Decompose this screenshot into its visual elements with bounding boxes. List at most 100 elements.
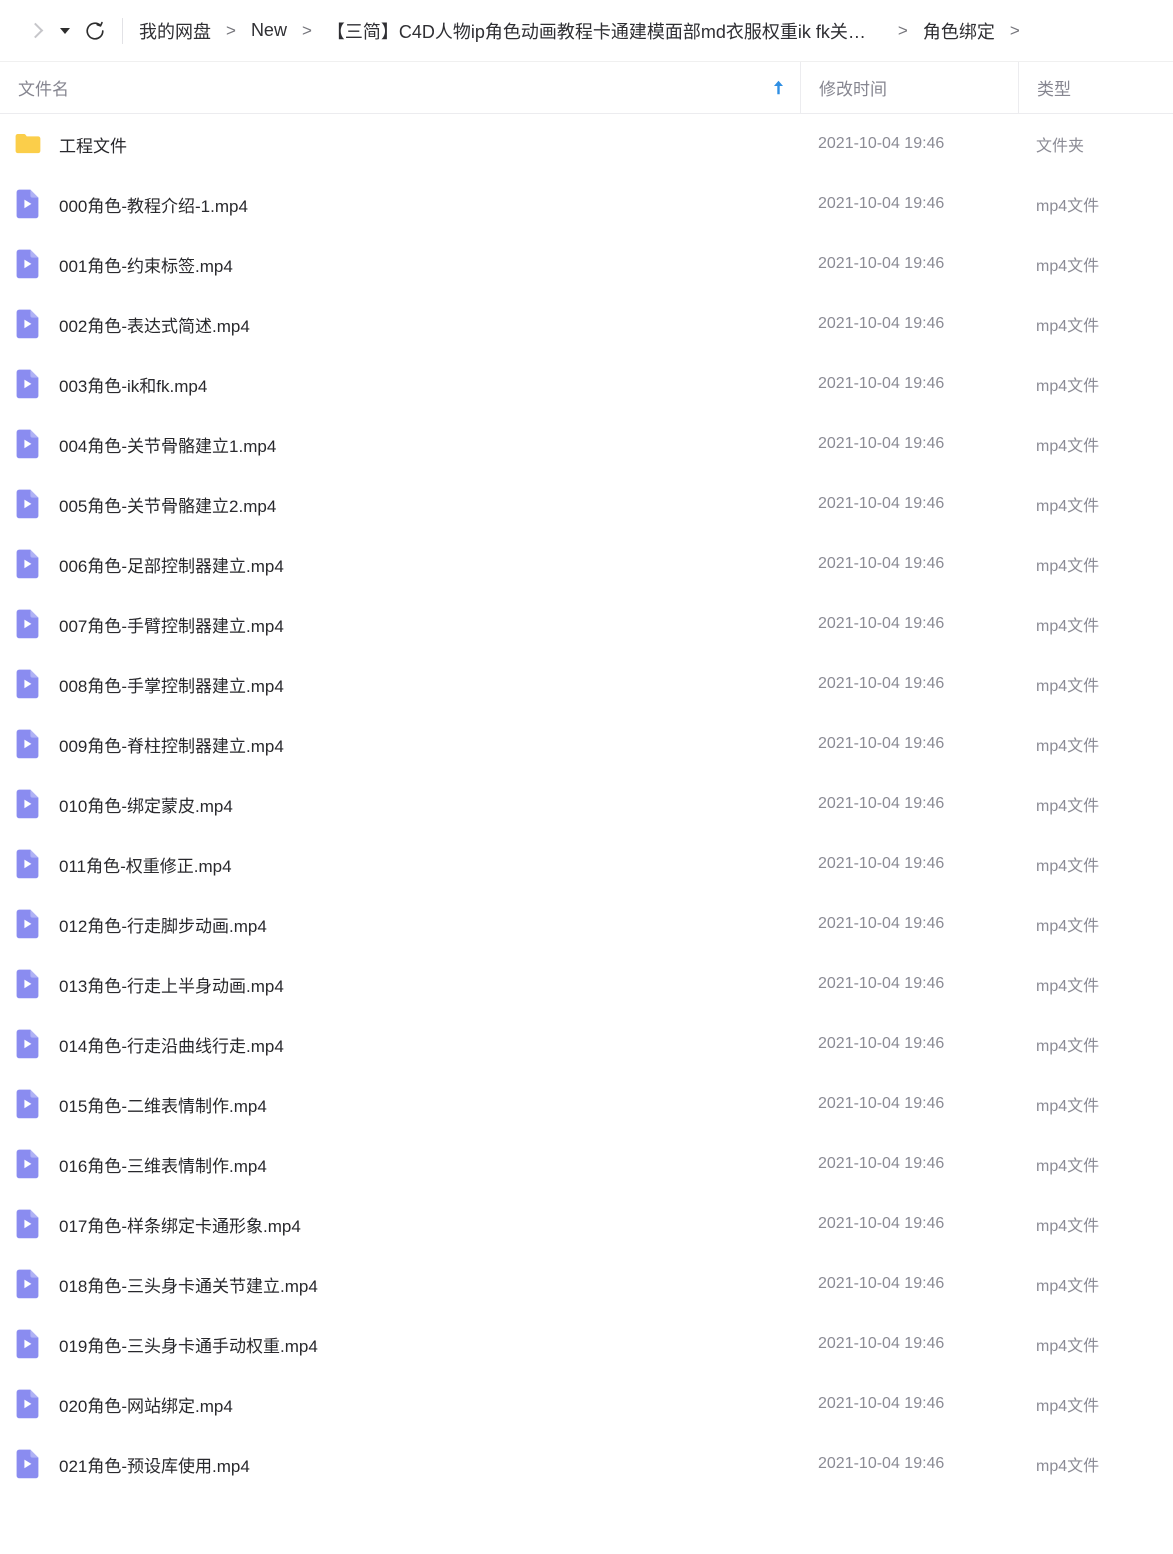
cell-filename[interactable]: 009角色-脊柱控制器建立.mp4 [0, 729, 800, 759]
video-file-icon [14, 1389, 48, 1419]
cell-file-type: mp4文件 [1036, 1038, 1100, 1055]
breadcrumb-item-course[interactable]: 【三简】C4D人物ip角色动画教程卡通建模面部md衣服权重ik fk关节骨骼..… [325, 16, 885, 46]
cell-filename[interactable]: 007角色-手臂控制器建立.mp4 [0, 609, 800, 639]
table-row[interactable]: 004角色-关节骨骼建立1.mp4 2021-10-04 19:46 mp4文件 [0, 414, 1173, 474]
video-file-icon [14, 1269, 48, 1299]
video-file-icon [14, 849, 48, 879]
table-row[interactable]: 012角色-行走脚步动画.mp4 2021-10-04 19:46 mp4文件 [0, 894, 1173, 954]
cell-modified-time: 2021-10-04 19:46 [818, 1215, 945, 1232]
file-name-label: 009角色-脊柱控制器建立.mp4 [59, 736, 284, 756]
table-row[interactable]: 007角色-手臂控制器建立.mp4 2021-10-04 19:46 mp4文件 [0, 594, 1173, 654]
cell-filename[interactable]: 016角色-三维表情制作.mp4 [0, 1149, 800, 1179]
cell-filename[interactable]: 013角色-行走上半身动画.mp4 [0, 969, 800, 999]
cell-modified-time: 2021-10-04 19:46 [818, 1035, 945, 1052]
cell-file-type: mp4文件 [1036, 678, 1100, 695]
table-row[interactable]: 003角色-ik和fk.mp4 2021-10-04 19:46 mp4文件 [0, 354, 1173, 414]
cell-modified-time: 2021-10-04 19:46 [818, 975, 945, 992]
arrow-up-icon[interactable] [772, 80, 784, 96]
cell-filename[interactable]: 017角色-样条绑定卡通形象.mp4 [0, 1209, 800, 1239]
video-file-icon [14, 909, 48, 939]
cell-filename[interactable]: 010角色-绑定蒙皮.mp4 [0, 789, 800, 819]
cell-filename[interactable]: 000角色-教程介绍-1.mp4 [0, 189, 800, 219]
file-name-label: 016角色-三维表情制作.mp4 [59, 1156, 267, 1176]
cell-filename[interactable]: 019角色-三头身卡通手动权重.mp4 [0, 1329, 800, 1359]
file-name-label: 012角色-行走脚步动画.mp4 [59, 916, 267, 936]
file-name-label: 019角色-三头身卡通手动权重.mp4 [59, 1336, 318, 1356]
table-row[interactable]: 011角色-权重修正.mp4 2021-10-04 19:46 mp4文件 [0, 834, 1173, 894]
video-file-icon [14, 669, 48, 699]
cell-filename[interactable]: 003角色-ik和fk.mp4 [0, 369, 800, 399]
column-header-type[interactable]: 类型 [1018, 62, 1173, 113]
breadcrumb-separator: > [897, 20, 908, 40]
table-row[interactable]: 015角色-二维表情制作.mp4 2021-10-04 19:46 mp4文件 [0, 1074, 1173, 1134]
cell-modified-time: 2021-10-04 19:46 [818, 135, 945, 152]
video-file-icon [14, 609, 48, 639]
cell-file-type: mp4文件 [1036, 1158, 1100, 1175]
video-file-icon [14, 309, 48, 339]
cell-filename[interactable]: 002角色-表达式简述.mp4 [0, 309, 800, 339]
column-header-modified[interactable]: 修改时间 [800, 62, 1018, 113]
chevron-right-icon[interactable] [18, 14, 52, 48]
table-row[interactable]: 工程文件 2021-10-04 19:46 文件夹 [0, 114, 1173, 174]
cell-filename[interactable]: 005角色-关节骨骼建立2.mp4 [0, 489, 800, 519]
table-row[interactable]: 008角色-手掌控制器建立.mp4 2021-10-04 19:46 mp4文件 [0, 654, 1173, 714]
table-row[interactable]: 018角色-三头身卡通关节建立.mp4 2021-10-04 19:46 mp4文件 [0, 1254, 1173, 1314]
table-row[interactable]: 016角色-三维表情制作.mp4 2021-10-04 19:46 mp4文件 [0, 1134, 1173, 1194]
table-row[interactable]: 021角色-预设库使用.mp4 2021-10-04 19:46 mp4文件 [0, 1434, 1173, 1494]
file-name-label: 018角色-三头身卡通关节建立.mp4 [59, 1276, 318, 1296]
cell-file-type: mp4文件 [1036, 738, 1100, 755]
table-row[interactable]: 005角色-关节骨骼建立2.mp4 2021-10-04 19:46 mp4文件 [0, 474, 1173, 534]
table-row[interactable]: 020角色-网站绑定.mp4 2021-10-04 19:46 mp4文件 [0, 1374, 1173, 1434]
file-name-label: 004角色-关节骨骼建立1.mp4 [59, 436, 277, 456]
cell-filename[interactable]: 004角色-关节骨骼建立1.mp4 [0, 429, 800, 459]
video-file-icon [14, 1329, 48, 1359]
video-file-icon [14, 729, 48, 759]
table-row[interactable]: 019角色-三头身卡通手动权重.mp4 2021-10-04 19:46 mp4文件 [0, 1314, 1173, 1374]
file-manager-window: 我的网盘 > New > 【三简】C4D人物ip角色动画教程卡通建模面部md衣服… [0, 0, 1173, 1554]
cell-file-type: mp4文件 [1036, 1338, 1100, 1355]
breadcrumb-item-current[interactable]: 角色绑定 [921, 16, 997, 46]
video-file-icon [14, 249, 48, 279]
cell-modified-time: 2021-10-04 19:46 [818, 1395, 945, 1412]
table-row[interactable]: 001角色-约束标签.mp4 2021-10-04 19:46 mp4文件 [0, 234, 1173, 294]
caret-down-icon[interactable] [52, 14, 78, 48]
file-name-label: 015角色-二维表情制作.mp4 [59, 1096, 267, 1116]
table-row[interactable]: 013角色-行走上半身动画.mp4 2021-10-04 19:46 mp4文件 [0, 954, 1173, 1014]
cell-file-type: mp4文件 [1036, 858, 1100, 875]
breadcrumb-separator: > [301, 20, 312, 40]
cell-file-type: mp4文件 [1036, 1458, 1100, 1475]
cell-modified-time: 2021-10-04 19:46 [818, 375, 945, 392]
table-row[interactable]: 010角色-绑定蒙皮.mp4 2021-10-04 19:46 mp4文件 [0, 774, 1173, 834]
table-row[interactable]: 002角色-表达式简述.mp4 2021-10-04 19:46 mp4文件 [0, 294, 1173, 354]
video-file-icon [14, 189, 48, 219]
table-row[interactable]: 000角色-教程介绍-1.mp4 2021-10-04 19:46 mp4文件 [0, 174, 1173, 234]
column-header-filename[interactable]: 文件名 [0, 62, 800, 113]
folder-icon [14, 129, 48, 159]
table-row[interactable]: 006角色-足部控制器建立.mp4 2021-10-04 19:46 mp4文件 [0, 534, 1173, 594]
cell-modified-time: 2021-10-04 19:46 [818, 615, 945, 632]
cell-filename[interactable]: 021角色-预设库使用.mp4 [0, 1449, 800, 1479]
cell-filename[interactable]: 015角色-二维表情制作.mp4 [0, 1089, 800, 1119]
table-row[interactable]: 017角色-样条绑定卡通形象.mp4 2021-10-04 19:46 mp4文件 [0, 1194, 1173, 1254]
cell-file-type: mp4文件 [1036, 1398, 1100, 1415]
cell-file-type: mp4文件 [1036, 798, 1100, 815]
table-row[interactable]: 014角色-行走沿曲线行走.mp4 2021-10-04 19:46 mp4文件 [0, 1014, 1173, 1074]
video-file-icon [14, 369, 48, 399]
cell-modified-time: 2021-10-04 19:46 [818, 435, 945, 452]
cell-filename[interactable]: 020角色-网站绑定.mp4 [0, 1389, 800, 1419]
cell-filename[interactable]: 011角色-权重修正.mp4 [0, 849, 800, 879]
cell-filename[interactable]: 014角色-行走沿曲线行走.mp4 [0, 1029, 800, 1059]
cell-filename[interactable]: 018角色-三头身卡通关节建立.mp4 [0, 1269, 800, 1299]
cell-filename[interactable]: 012角色-行走脚步动画.mp4 [0, 909, 800, 939]
cell-file-type: 文件夹 [1036, 138, 1085, 155]
cell-filename[interactable]: 008角色-手掌控制器建立.mp4 [0, 669, 800, 699]
cell-filename[interactable]: 工程文件 [0, 129, 800, 159]
cell-file-type: mp4文件 [1036, 618, 1100, 635]
cell-filename[interactable]: 006角色-足部控制器建立.mp4 [0, 549, 800, 579]
table-row[interactable]: 009角色-脊柱控制器建立.mp4 2021-10-04 19:46 mp4文件 [0, 714, 1173, 774]
cell-filename[interactable]: 001角色-约束标签.mp4 [0, 249, 800, 279]
breadcrumb-item-root[interactable]: 我的网盘 [137, 16, 213, 46]
file-name-label: 006角色-足部控制器建立.mp4 [59, 556, 284, 576]
refresh-icon[interactable] [78, 14, 112, 48]
breadcrumb-item-new[interactable]: New [249, 18, 289, 43]
